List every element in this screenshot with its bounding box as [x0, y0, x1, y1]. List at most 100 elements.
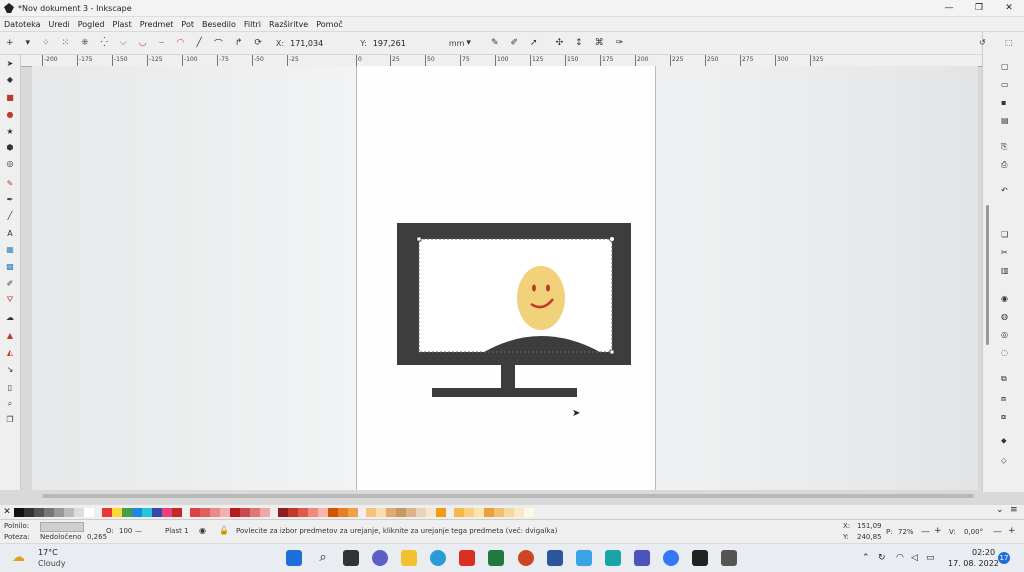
palette-swatch[interactable]	[122, 507, 132, 517]
select-tool-icon[interactable]: ➤	[5, 59, 15, 68]
segment-line-icon[interactable]: ╱	[196, 38, 201, 48]
selection-handle-br[interactable]	[609, 349, 615, 355]
tweak-tool-icon[interactable]: ☁	[5, 313, 15, 322]
drawing-monitor[interactable]	[395, 220, 640, 402]
palette-swatch[interactable]	[328, 507, 338, 517]
save-icon[interactable]: ▪	[1001, 98, 1006, 107]
battery-icon[interactable]: ▭	[926, 553, 935, 563]
layer-select[interactable]: Plast 1	[165, 527, 189, 535]
spray-tool-icon[interactable]: ▲	[5, 331, 15, 340]
zoom-selection-icon[interactable]: ◉	[1001, 294, 1008, 303]
zoom-drawing-icon[interactable]: ◍	[1001, 312, 1008, 321]
3d-box-tool-icon[interactable]: ⬢	[5, 143, 15, 152]
zoom-width-icon[interactable]: ◌	[1001, 348, 1008, 357]
palette-swatch[interactable]	[112, 507, 122, 517]
zoom-value[interactable]: 72%	[898, 528, 914, 536]
add-node-icon[interactable]: +	[6, 38, 14, 48]
import-icon[interactable]: ⎘	[1001, 142, 1007, 152]
connector-tool-icon[interactable]: ↘	[5, 365, 15, 374]
palette-swatch[interactable]	[250, 507, 260, 517]
palette-swatch[interactable]	[54, 507, 64, 517]
wifi-icon[interactable]: ◠	[896, 553, 904, 563]
palette-swatch[interactable]	[366, 507, 376, 517]
stroke-to-path-icon[interactable]: ⟳	[254, 38, 262, 48]
task-view-icon[interactable]	[343, 550, 359, 566]
palette-swatch[interactable]	[210, 507, 220, 517]
minimize-button[interactable]: —	[934, 0, 964, 16]
zoom-page-icon[interactable]: ◎	[1001, 330, 1008, 339]
palette-swatch[interactable]	[240, 507, 250, 517]
palette-swatch[interactable]	[318, 507, 328, 517]
palette-swatch[interactable]	[230, 507, 240, 517]
edit-path-icon[interactable]: ✑	[616, 38, 624, 48]
palette-swatch[interactable]	[278, 507, 288, 517]
text-tool-icon[interactable]: A	[5, 229, 15, 238]
delete-segment-icon[interactable]: ⁛	[101, 38, 108, 48]
paste-icon[interactable]: ▥	[1001, 266, 1009, 275]
zoom-minus-icon[interactable]: —	[921, 527, 930, 537]
palette-swatch[interactable]	[298, 507, 308, 517]
terminal-icon[interactable]	[692, 550, 708, 566]
opacity-value[interactable]: 100	[119, 527, 132, 535]
palette-swatch[interactable]	[396, 507, 406, 517]
dropper-tool-icon[interactable]: ✐	[5, 279, 15, 288]
palette-swatch[interactable]	[308, 507, 318, 517]
word-icon[interactable]	[547, 550, 563, 566]
spiral-tool-icon[interactable]: ◎	[5, 159, 15, 168]
palette-swatch[interactable]	[24, 507, 34, 517]
search-icon[interactable]: ⌕	[315, 550, 331, 566]
powerpoint-icon[interactable]	[518, 550, 534, 566]
eraser-tool-icon[interactable]: ◭	[5, 348, 15, 357]
palette-swatch[interactable]	[454, 507, 464, 517]
palette-swatch[interactable]	[190, 507, 200, 517]
mesh-tool-icon[interactable]: ▩	[5, 262, 15, 271]
menu-help[interactable]: Pomoč	[312, 20, 347, 29]
clip-path-icon[interactable]: ✐	[511, 38, 519, 48]
selection-handle-tl[interactable]	[416, 236, 422, 242]
menu-path[interactable]: Pot	[177, 20, 198, 29]
rotation-plus-icon[interactable]: +	[1008, 526, 1016, 536]
face-right-eye[interactable]	[546, 284, 550, 292]
node-smooth-icon[interactable]: ◡	[139, 38, 147, 48]
photos-icon[interactable]	[576, 550, 592, 566]
transform-handles-icon[interactable]: ✣	[556, 38, 564, 48]
calligraphy-tool-icon[interactable]: ╱	[5, 211, 15, 220]
object-to-path-icon[interactable]: ↱	[235, 38, 243, 48]
palette-swatch[interactable]	[152, 507, 162, 517]
menu-layer[interactable]: Plast	[108, 20, 135, 29]
palette-swatch[interactable]	[74, 507, 84, 517]
segment-curve-icon[interactable]: ⌒	[214, 37, 223, 50]
join-segment-icon[interactable]: ⁜	[81, 38, 89, 48]
palette-swatch[interactable]	[376, 507, 386, 517]
palette-swatch[interactable]	[200, 507, 210, 517]
unit-select[interactable]: mm	[449, 39, 465, 48]
palette-swatch[interactable]	[504, 507, 514, 517]
maximize-button[interactable]: ❐	[964, 0, 994, 16]
opacity-minus-icon[interactable]: —	[135, 527, 142, 535]
palette-swatch[interactable]	[288, 507, 298, 517]
edge-browser-icon[interactable]	[430, 550, 446, 566]
pages-tool-icon[interactable]: ❐	[5, 415, 15, 424]
show-outline-icon[interactable]: ⌘	[595, 38, 604, 48]
inkscape-taskbar-icon[interactable]	[721, 550, 737, 566]
rotation-value[interactable]: 0,00°	[964, 528, 983, 536]
print-icon[interactable]: ▤	[1001, 116, 1009, 125]
node-tool-icon[interactable]: ◆	[5, 75, 15, 84]
menu-view[interactable]: Pogled	[74, 20, 109, 29]
y-coordinate-input[interactable]: 197,261	[370, 38, 409, 49]
teams-icon[interactable]	[634, 550, 650, 566]
monitor-screen[interactable]	[419, 239, 612, 352]
palette-swatch[interactable]	[44, 507, 54, 517]
face-head[interactable]	[517, 266, 565, 330]
palette-swatch[interactable]	[406, 507, 416, 517]
palette-swatch[interactable]	[260, 507, 270, 517]
layer-visibility-icon[interactable]: ◉	[199, 526, 206, 535]
weather-icon[interactable]: ☁	[12, 550, 25, 565]
node-cusp-icon[interactable]: ⌵	[120, 38, 127, 48]
group-icon[interactable]: ⬥	[1001, 436, 1007, 446]
node-symmetric-icon[interactable]: ⌣	[159, 38, 165, 48]
file-explorer-icon[interactable]	[401, 550, 417, 566]
mask-icon[interactable]: ➚	[530, 38, 538, 48]
ellipse-tool-icon[interactable]: ●	[5, 110, 15, 119]
measure-tool-icon[interactable]: ▯	[5, 383, 15, 392]
